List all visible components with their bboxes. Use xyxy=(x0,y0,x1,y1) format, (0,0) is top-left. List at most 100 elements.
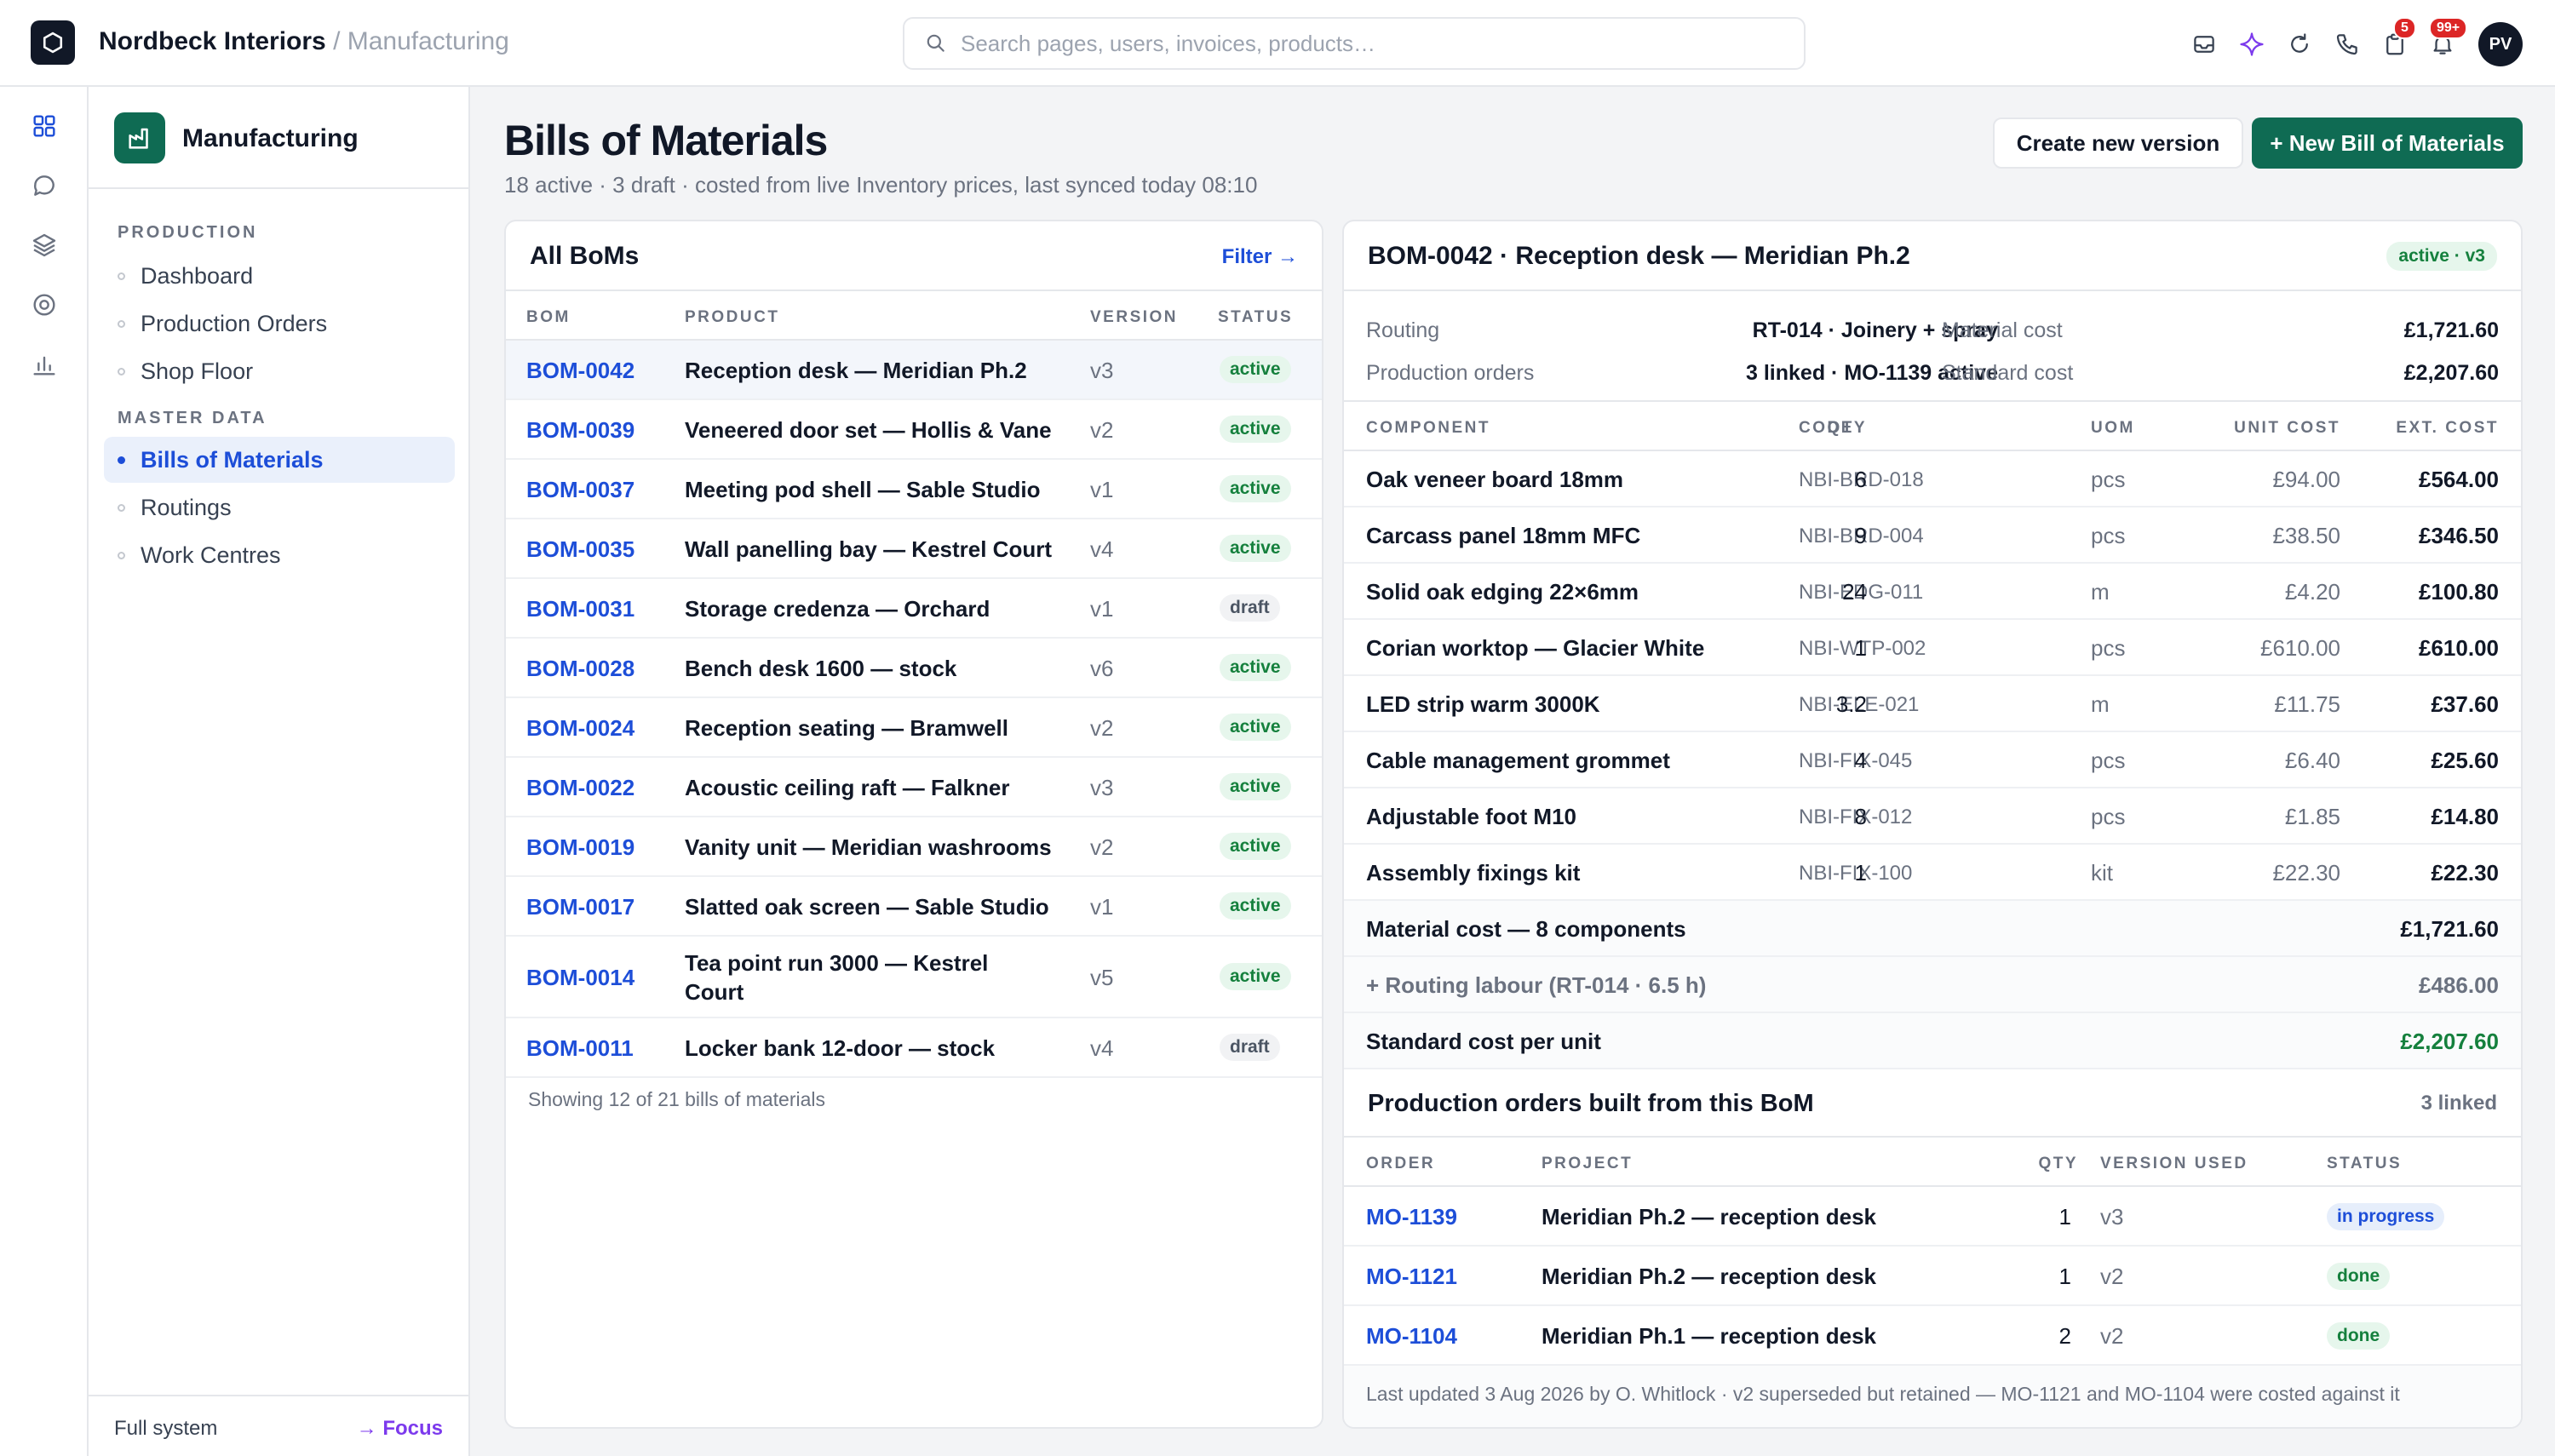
order-row[interactable]: MO-1121 Meridian Ph.2 — reception desk 1… xyxy=(1344,1247,2521,1306)
order-id[interactable]: MO-1139 xyxy=(1366,1204,1457,1230)
table-row[interactable]: BOM-0037 Meeting pod shell — Sable Studi… xyxy=(506,460,1322,519)
component-ext-cost: £564.00 xyxy=(2419,467,2499,492)
order-row[interactable]: MO-1104 Meridian Ph.1 — reception desk 2… xyxy=(1344,1306,2521,1366)
chat-icon[interactable] xyxy=(27,169,61,203)
sidebar-item-bills-of-materials[interactable]: Bills of Materials xyxy=(104,437,455,483)
table-row[interactable]: BOM-0011 Locker bank 12-door — stock v4 … xyxy=(506,1018,1322,1078)
avatar[interactable]: PV xyxy=(2478,22,2523,66)
table-row[interactable]: BOM-0014 Tea point run 3000 — Kestrel Co… xyxy=(506,937,1322,1018)
order-id[interactable]: MO-1104 xyxy=(1366,1323,1457,1350)
bom-id[interactable]: BOM-0011 xyxy=(526,1035,634,1062)
standard-cost-total-value: £2,207.60 xyxy=(2400,1029,2499,1054)
sidebar-item-shop-floor[interactable]: Shop Floor xyxy=(104,348,455,394)
sidebar-item-work-centres[interactable]: Work Centres xyxy=(104,532,455,578)
bom-detail-header: BOM-0042 · Reception desk — Meridian Ph.… xyxy=(1344,221,2521,291)
component-row[interactable]: Corian worktop — Glacier White NBI-WTP-0… xyxy=(1344,620,2521,676)
material-cost-total-row: Material cost — 8 components £1,721.60 xyxy=(1344,901,2521,957)
component-name: Corian worktop — Glacier White xyxy=(1366,635,1705,661)
search-input[interactable] xyxy=(961,30,1778,57)
bom-id[interactable]: BOM-0019 xyxy=(526,834,634,861)
phone-icon[interactable] xyxy=(2332,29,2363,60)
sparkle-icon[interactable] xyxy=(2236,29,2267,60)
table-row[interactable]: BOM-0031 Storage credenza — Orchard v1 d… xyxy=(506,579,1322,639)
bom-id[interactable]: BOM-0024 xyxy=(526,715,634,742)
bom-version: v1 xyxy=(1090,477,1114,502)
grid-icon[interactable] xyxy=(27,109,61,143)
table-row[interactable]: BOM-0028 Bench desk 1600 — stock v6 acti… xyxy=(506,639,1322,698)
sidebar-footer: Full system → Focus xyxy=(89,1395,468,1456)
component-row[interactable]: Cable management grommet NBI-FIX-045 4 p… xyxy=(1344,732,2521,788)
component-uom: pcs xyxy=(2091,635,2126,661)
search-box[interactable] xyxy=(903,17,1806,70)
order-id[interactable]: MO-1121 xyxy=(1366,1264,1457,1290)
bom-product: Acoustic ceiling raft — Falkner xyxy=(685,775,1010,800)
clipboard-icon[interactable]: 5 xyxy=(2380,17,2416,60)
table-row[interactable]: BOM-0017 Slatted oak screen — Sable Stud… xyxy=(506,877,1322,937)
top-bar: Nordbeck Interiors / Manufacturing 5 99+… xyxy=(0,0,2555,87)
table-row[interactable]: BOM-0019 Vanity unit — Meridian washroom… xyxy=(506,817,1322,877)
breadcrumb-module[interactable]: / Manufacturing xyxy=(326,27,509,55)
table-row[interactable]: BOM-0022 Acoustic ceiling raft — Falkner… xyxy=(506,758,1322,817)
bom-id[interactable]: BOM-0037 xyxy=(526,477,634,503)
bom-product: Slatted oak screen — Sable Studio xyxy=(685,894,1049,920)
sidebar-item-label: Bills of Materials xyxy=(141,446,324,473)
bom-id[interactable]: BOM-0039 xyxy=(526,417,634,444)
component-row[interactable]: Adjustable foot M10 NBI-FIX-012 8 pcs £1… xyxy=(1344,788,2521,845)
tasks-badge: 5 xyxy=(2393,17,2416,39)
component-unit-cost: £4.20 xyxy=(2284,579,2340,605)
filter-link[interactable]: Filter → xyxy=(1222,245,1298,269)
breadcrumb: Nordbeck Interiors / Manufacturing xyxy=(99,27,509,56)
component-ext-cost: £100.80 xyxy=(2419,579,2499,605)
sidebar-item-label: Production Orders xyxy=(141,310,328,336)
refresh-icon[interactable] xyxy=(2284,29,2315,60)
bom-version: v5 xyxy=(1090,965,1114,990)
table-row[interactable]: BOM-0042 Reception desk — Meridian Ph.2 … xyxy=(506,341,1322,400)
bom-version: v3 xyxy=(1090,775,1114,800)
component-row[interactable]: Solid oak edging 22×6mm NBI-EDG-011 24 m… xyxy=(1344,564,2521,620)
material-cost-value: £1,721.60 xyxy=(2403,318,2499,342)
table-row[interactable]: BOM-0039 Veneered door set — Hollis & Va… xyxy=(506,400,1322,460)
sidebar-item-routings[interactable]: Routings xyxy=(104,484,455,530)
bom-product: Reception desk — Meridian Ph.2 xyxy=(685,358,1027,383)
bom-id[interactable]: BOM-0042 xyxy=(526,358,634,384)
bom-id[interactable]: BOM-0031 xyxy=(526,596,634,622)
bom-version: v2 xyxy=(1090,715,1114,741)
sidebar-item-production-orders[interactable]: Production Orders xyxy=(104,301,455,347)
component-row[interactable]: Carcass panel 18mm MFC NBI-BRD-004 9 pcs… xyxy=(1344,507,2521,564)
bom-product: Veneered door set — Hollis & Vane xyxy=(685,417,1052,443)
component-row[interactable]: LED strip warm 3000K NBI-ELE-021 3.2 m £… xyxy=(1344,676,2521,732)
section-label-production: PRODUCTION xyxy=(118,223,258,242)
section-label-master-data: MASTER DATA xyxy=(118,409,267,427)
component-row[interactable]: Oak veneer board 18mm NBI-BRD-018 6 pcs … xyxy=(1344,451,2521,507)
component-row[interactable]: Assembly fixings kit NBI-FIX-100 1 kit £… xyxy=(1344,845,2521,901)
layers-icon[interactable] xyxy=(27,228,61,262)
bom-id[interactable]: BOM-0035 xyxy=(526,536,634,563)
new-bom-button[interactable]: + New Bill of Materials xyxy=(2252,118,2523,169)
app-logo-icon[interactable] xyxy=(31,20,75,65)
bar-chart-icon[interactable] xyxy=(27,347,61,381)
component-unit-cost: £1.85 xyxy=(2284,804,2340,829)
target-icon[interactable] xyxy=(27,288,61,322)
bullet-icon xyxy=(118,272,125,280)
order-row[interactable]: MO-1139 Meridian Ph.2 — reception desk 1… xyxy=(1344,1187,2521,1247)
bom-id[interactable]: BOM-0014 xyxy=(526,965,634,991)
inbox-icon[interactable] xyxy=(2189,29,2219,60)
status-badge: active xyxy=(1220,654,1291,681)
bullet-icon xyxy=(118,456,125,464)
table-row[interactable]: BOM-0024 Reception seating — Bramwell v2… xyxy=(506,698,1322,758)
bell-icon[interactable]: 99+ xyxy=(2427,17,2468,60)
create-new-version-button[interactable]: Create new version xyxy=(1993,118,2243,169)
sidebar-item-dashboard[interactable]: Dashboard xyxy=(104,253,455,299)
standard-cost-value: £2,207.60 xyxy=(2403,361,2499,385)
focus-link[interactable]: → Focus xyxy=(357,1417,443,1441)
order-qty: 1 xyxy=(2058,1264,2071,1289)
bom-id[interactable]: BOM-0022 xyxy=(526,775,634,801)
full-system-label: Full system xyxy=(114,1417,218,1440)
bom-id[interactable]: BOM-0028 xyxy=(526,656,634,682)
brand-name[interactable]: Nordbeck Interiors xyxy=(99,27,326,55)
bom-id[interactable]: BOM-0017 xyxy=(526,894,634,920)
standard-cost-label: Standard cost xyxy=(1942,361,2074,385)
order-project: Meridian Ph.2 — reception desk xyxy=(1542,1264,1876,1289)
table-row[interactable]: BOM-0035 Wall panelling bay — Kestrel Co… xyxy=(506,519,1322,579)
standard-cost-row: Standard cost per unit £2,207.60 xyxy=(1344,1013,2521,1069)
